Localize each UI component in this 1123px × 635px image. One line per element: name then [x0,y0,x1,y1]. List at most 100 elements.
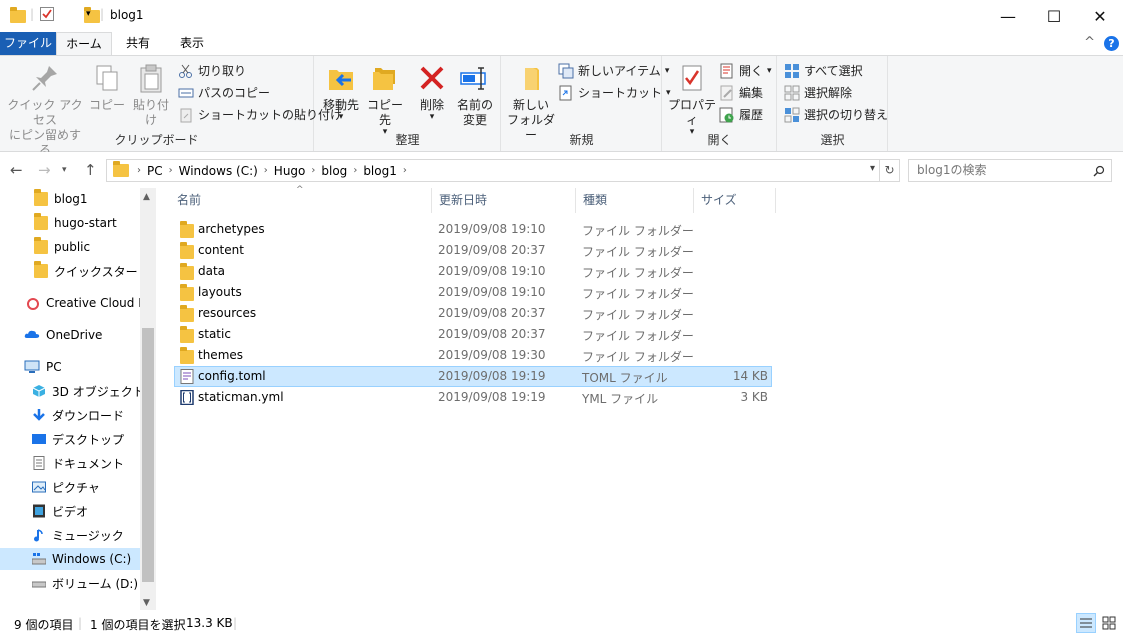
properties-button[interactable]: プロパティ ▾ [667,62,717,137]
column-header-date[interactable]: 更新日時 [432,188,576,213]
refresh-icon[interactable]: ↻ [880,159,900,182]
table-row[interactable]: resources 2019/09/08 20:37 ファイル フォルダー [174,303,772,324]
close-button[interactable]: ✕ [1077,0,1123,32]
nav-item-label: ボリューム (D:) [52,576,139,591]
file-list: ^ 名前 更新日時 種類 サイズ archetypes 2019/09/08 1… [170,185,1123,610]
tab-file[interactable]: ファイル [0,32,56,55]
address-dropdown-icon[interactable]: ▾ [870,163,875,174]
minimize-button[interactable]: — [985,0,1031,32]
folder-icon [34,189,48,206]
back-arrow-icon[interactable]: ← [10,161,23,179]
breadcrumb-hugo[interactable]: Hugo [274,164,306,178]
nav-item-public[interactable]: public [0,236,140,258]
nav-item-pictures[interactable]: ピクチャ [0,476,140,498]
nav-item-label: public [54,240,91,254]
file-type: TOML ファイル [582,371,668,385]
breadcrumb-blog1[interactable]: blog1 [363,164,397,178]
paste-button[interactable]: 貼り付け [128,62,174,128]
tab-view[interactable]: 表示 [170,32,214,55]
nav-item-music[interactable]: ミュージック [0,524,140,546]
nav-item-pc[interactable]: PC [0,356,140,378]
breadcrumb-separator: › [168,165,173,176]
open-button[interactable]: 開く ▾ [719,62,772,80]
nav-item-volume-d[interactable]: ボリューム (D:) [0,572,140,594]
forward-arrow-icon[interactable]: → [38,161,51,179]
new-item-label: 新しいアイテム [578,64,661,78]
breadcrumb-windows-c[interactable]: Windows (C:) [179,164,258,178]
select-group: すべて選択 選択解除 選択の切り替え 選択 [778,56,888,151]
folder-icon [10,7,26,23]
drive-icon [31,576,47,590]
properties-quick-icon[interactable] [40,7,54,21]
history-button[interactable]: 履歴 [719,106,763,124]
tab-home[interactable]: ホーム [56,32,112,56]
edit-button[interactable]: 編集 [719,84,763,102]
column-header-type[interactable]: 種類 [576,188,694,213]
maximize-button[interactable]: ☐ [1031,0,1077,32]
folder-icon [113,161,129,177]
breadcrumb-pc[interactable]: PC [147,164,163,178]
nav-scrollbar-thumb[interactable] [142,328,154,582]
table-row[interactable]: static 2019/09/08 20:37 ファイル フォルダー [174,324,772,345]
nav-item-3d-objects[interactable]: 3D オブジェクト [0,380,140,402]
nav-item-desktop[interactable]: デスクトップ [0,428,140,450]
easy-access-button[interactable]: ショートカット ▾ [558,84,671,102]
details-view-button[interactable] [1076,613,1096,633]
copy-icon [91,62,123,94]
table-row[interactable]: layouts 2019/09/08 19:10 ファイル フォルダー [174,282,772,303]
cut-button[interactable]: 切り取り [178,62,246,80]
table-row[interactable]: content 2019/09/08 20:37 ファイル フォルダー [174,240,772,261]
copy-button[interactable]: コピー [88,62,126,113]
column-header-name[interactable]: 名前 [170,188,432,213]
new-item-button[interactable]: 新しいアイテム ▾ [558,62,669,80]
copy-to-button[interactable]: コピー先 ▾ [363,62,407,137]
customize-quick-access-icon[interactable]: ▾ [86,9,91,19]
select-none-button[interactable]: 選択解除 [784,84,852,102]
folder-icon [34,213,48,230]
file-name: archetypes [198,222,265,236]
breadcrumb-blog[interactable]: blog [321,164,347,178]
nav-item-onedrive[interactable]: OneDrive [0,324,140,346]
column-header-size[interactable]: サイズ [694,188,776,213]
help-icon[interactable]: ? [1104,36,1119,51]
download-icon [32,408,46,422]
table-row-selected[interactable]: config.toml 2019/09/08 19:19 TOML ファイル 1… [174,366,772,387]
file-name: data [198,264,226,278]
scroll-down-arrow-icon[interactable]: ▼ [143,598,150,608]
nav-item-windows-c[interactable]: Windows (C:) [0,548,140,570]
tab-share[interactable]: 共有 [116,32,160,55]
address-bar[interactable]: › PC › Windows (C:) › Hugo › blog › blog… [106,159,880,182]
copy-path-button[interactable]: パスのコピー [178,84,270,102]
up-arrow-icon[interactable]: ↑ [84,161,97,179]
nav-item-hugo-start[interactable]: hugo-start [0,212,140,234]
table-row[interactable]: archetypes 2019/09/08 19:10 ファイル フォルダー [174,219,772,240]
shortcut-icon [558,85,574,101]
nav-item-documents[interactable]: ドキュメント [0,452,140,474]
file-type: ファイル フォルダー [582,245,694,259]
drive-icon [31,552,47,566]
select-all-button[interactable]: すべて選択 [784,62,863,80]
file-size: 14 KB [732,369,768,383]
nav-item-videos[interactable]: ビデオ [0,500,140,522]
select-none-label: 選択解除 [804,86,853,100]
nav-item-blog1[interactable]: blog1 [0,188,140,210]
nav-item-downloads[interactable]: ダウンロード [0,404,140,426]
nav-item-creative-cloud[interactable]: Creative Cloud Files [0,292,140,314]
recent-locations-icon[interactable]: ▾ [62,165,67,175]
collapse-ribbon-icon[interactable]: ^ [1084,35,1095,50]
search-input[interactable]: blog1の検索 [908,159,1112,182]
nav-scrollbar[interactable]: ▲ ▼ [140,188,156,610]
scroll-up-arrow-icon[interactable]: ▲ [143,192,150,202]
table-row[interactable]: staticman.yml 2019/09/08 19:19 YML ファイル … [174,387,772,408]
nav-item-quickstart[interactable]: クイックスタート [0,260,140,282]
invert-selection-button[interactable]: 選択の切り替え [784,106,888,124]
delete-button[interactable]: 削除 ▾ [415,62,449,122]
organize-group-label: 整理 [395,133,420,147]
large-icons-view-button[interactable] [1099,613,1119,633]
move-to-button[interactable]: 移動先 ▾ [319,62,363,122]
paste-icon [135,62,167,94]
table-row[interactable]: data 2019/09/08 19:10 ファイル フォルダー [174,261,772,282]
title-bar: | ▾ | blog1 — ☐ ✕ [0,0,1123,32]
rename-button[interactable]: 名前の 変更 [453,62,497,128]
table-row[interactable]: themes 2019/09/08 19:30 ファイル フォルダー [174,345,772,366]
